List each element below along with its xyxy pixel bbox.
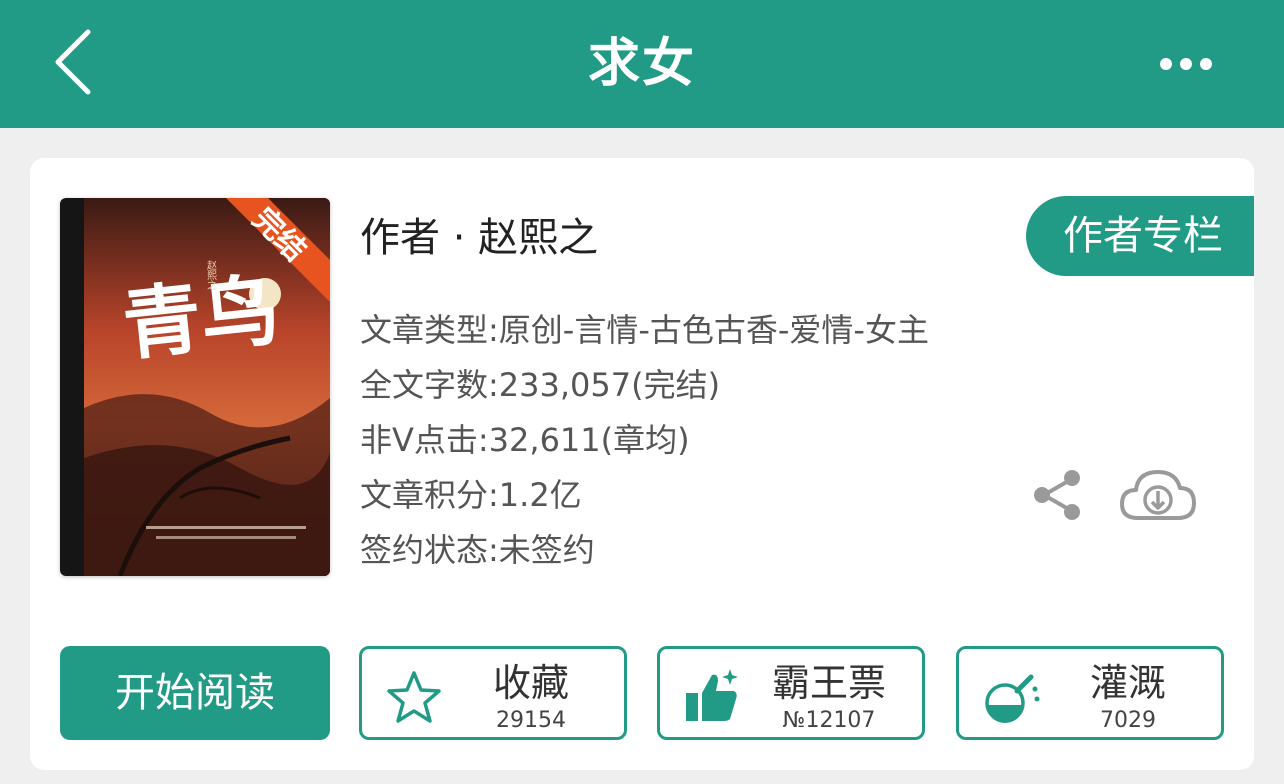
top-bar: 求女	[0, 0, 1284, 128]
favorite-button[interactable]: 收藏 29154	[359, 646, 627, 740]
author-column-button[interactable]: 作者专栏	[1026, 196, 1254, 276]
clicks-text: 非V点击:32,611(章均)	[360, 421, 690, 459]
more-button[interactable]	[1150, 44, 1222, 84]
share-icon	[1034, 470, 1080, 520]
author-line[interactable]: 作者 · 赵熙之	[360, 210, 598, 266]
flask-icon	[985, 674, 1040, 723]
vote-button[interactable]: 霸王票 №12107	[657, 646, 925, 740]
water-button[interactable]: 灌溉 7029	[956, 646, 1224, 740]
cover-title-art: 青鸟	[119, 265, 284, 372]
more-dots-icon	[1160, 58, 1212, 70]
download-button[interactable]	[1118, 466, 1198, 524]
water-count: 7029	[1100, 708, 1156, 733]
share-button[interactable]	[1030, 468, 1084, 522]
contract-status-text: 签约状态:未签约	[360, 531, 595, 569]
star-icon	[387, 671, 441, 723]
cover-author-text: 赵熙之	[205, 259, 217, 290]
start-reading-button[interactable]: 开始阅读	[60, 646, 330, 740]
water-label: 灌溉	[1089, 661, 1166, 705]
genre-text: 文章类型:原创-言情-古色古香-爱情-女主	[360, 311, 929, 349]
cloud-download-icon	[1120, 470, 1196, 520]
favorite-count: 29154	[496, 708, 566, 733]
score-text: 文章积分:1.2亿	[360, 476, 582, 514]
vote-label: 霸王票	[771, 661, 886, 705]
word-count-text: 全文字数:233,057(完结)	[360, 366, 721, 404]
vote-count: №12107	[782, 708, 876, 733]
page-title: 求女	[587, 34, 696, 94]
book-cover[interactable]: 青鸟 赵熙之 完结	[60, 198, 330, 576]
thumbs-up-icon	[686, 669, 738, 721]
favorite-label: 收藏	[492, 661, 569, 705]
